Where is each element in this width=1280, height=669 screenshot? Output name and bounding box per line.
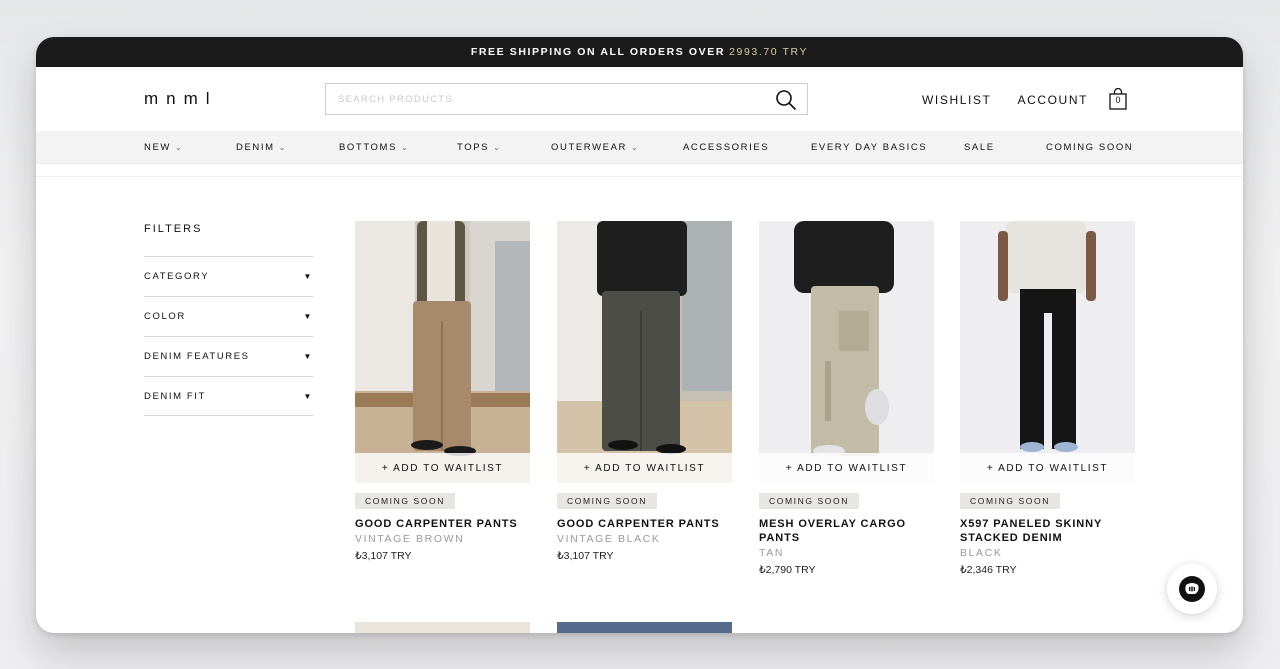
product-color: VINTAGE BLACK xyxy=(557,533,661,545)
search-icon[interactable] xyxy=(775,89,797,111)
nav-item-coming-soon[interactable]: COMING SOON xyxy=(1046,142,1133,153)
product-price: ₺3,107 TRY xyxy=(355,550,412,562)
add-to-waitlist-button[interactable]: + ADD TO WAITLIST xyxy=(557,453,732,483)
chevron-down-icon: ⌄ xyxy=(630,143,640,152)
announcement-amount: 2993.70 TRY xyxy=(729,46,809,58)
product-name[interactable]: GOOD CARPENTER PANTS xyxy=(557,517,732,531)
chat-button[interactable] xyxy=(1167,564,1217,614)
status-badge: COMING SOON xyxy=(960,493,1060,509)
caret-down-icon: ▼ xyxy=(303,352,313,361)
wishlist-link[interactable]: WISHLIST xyxy=(922,93,991,107)
filter-label: DENIM FEATURES xyxy=(144,351,250,362)
cart-count: 0 xyxy=(1115,95,1121,105)
nav-item-outerwear[interactable]: OUTERWEAR ⌄ xyxy=(551,142,639,153)
product-color: TAN xyxy=(759,547,785,559)
product-card[interactable]: + ADD TO WAITLIST COMING SOON GOOD CARPE… xyxy=(557,221,732,562)
product-color: VINTAGE BROWN xyxy=(355,533,465,545)
chevron-down-icon: ⌄ xyxy=(401,143,410,152)
nav-divider xyxy=(36,164,1243,177)
nav-item-label: SALE xyxy=(964,142,995,153)
filter-label: COLOR xyxy=(144,311,186,322)
product-price: ₺2,790 TRY xyxy=(759,564,816,576)
chat-icon xyxy=(1179,576,1205,602)
product-name[interactable]: X597 PANELED SKINNY STACKED DENIM xyxy=(960,517,1135,545)
filter-denim-features[interactable]: DENIM FEATURES ▼ xyxy=(144,336,313,376)
site-logo[interactable]: mnml xyxy=(144,89,218,109)
product-card[interactable]: + ADD TO WAITLIST COMING SOON X597 PANEL… xyxy=(960,221,1135,576)
product-card[interactable]: + ADD TO WAITLIST COMING SOON GOOD CARPE… xyxy=(355,221,530,562)
filter-category[interactable]: CATEGORY ▼ xyxy=(144,256,313,296)
chevron-down-icon: ⌄ xyxy=(278,143,287,152)
product-name[interactable]: MESH OVERLAY CARGO PANTS xyxy=(759,517,934,545)
add-to-waitlist-button[interactable]: + ADD TO WAITLIST xyxy=(355,453,530,483)
caret-down-icon: ▼ xyxy=(303,312,313,321)
filter-color[interactable]: COLOR ▼ xyxy=(144,296,313,336)
announcement-text: FREE SHIPPING ON ALL ORDERS OVER xyxy=(470,46,726,58)
browser-window: FREE SHIPPING ON ALL ORDERS OVER 2993.70… xyxy=(36,37,1243,633)
product-price: ₺2,346 TRY xyxy=(960,564,1017,576)
search-bar[interactable]: SEARCH PRODUCTS xyxy=(325,83,808,115)
nav-item-denim[interactable]: DENIM ⌄ xyxy=(236,142,287,153)
main-nav: NEW ⌄ DENIM ⌄ BOTTOMS ⌄ TOPS ⌄ OUTERWEAR ⌄ AC… xyxy=(36,131,1243,164)
product-image[interactable]: + ADD TO WAITLIST xyxy=(960,221,1135,483)
chevron-down-icon: ⌄ xyxy=(493,143,502,152)
filter-denim-fit[interactable]: DENIM FIT ▼ xyxy=(144,376,313,416)
nav-item-label: ACCESSORIES xyxy=(683,142,770,153)
filters-panel: FILTERS CATEGORY ▼ COLOR ▼ DENIM FEATURE… xyxy=(144,223,313,416)
caret-down-icon: ▼ xyxy=(303,272,313,281)
product-photo xyxy=(759,221,934,483)
product-card[interactable]: + ADD TO WAITLIST COMING SOON MESH OVERL… xyxy=(759,221,934,576)
filters-title: FILTERS xyxy=(144,223,203,235)
status-badge: COMING SOON xyxy=(759,493,859,509)
nav-item-label: NEW xyxy=(144,142,171,153)
product-image-peek[interactable] xyxy=(355,622,530,633)
product-photo xyxy=(960,221,1135,483)
nav-item-label: BOTTOMS xyxy=(339,142,397,153)
chevron-down-icon: ⌄ xyxy=(174,143,184,152)
nav-item-label: EVERY DAY BASICS xyxy=(811,142,928,153)
nav-item-every-day-basics[interactable]: EVERY DAY BASICS xyxy=(811,142,927,153)
account-link[interactable]: ACCOUNT xyxy=(1017,93,1088,107)
nav-item-accessories[interactable]: ACCESSORIES xyxy=(683,142,769,153)
status-badge: COMING SOON xyxy=(557,493,657,509)
add-to-waitlist-button[interactable]: + ADD TO WAITLIST xyxy=(960,453,1135,483)
announcement-bar: FREE SHIPPING ON ALL ORDERS OVER 2993.70… xyxy=(36,37,1243,67)
cart-button[interactable]: 0 xyxy=(1108,87,1128,110)
product-price: ₺3,107 TRY xyxy=(557,550,614,562)
nav-item-bottoms[interactable]: BOTTOMS ⌄ xyxy=(339,142,409,153)
filter-label: DENIM FIT xyxy=(144,390,206,402)
nav-item-label: COMING SOON xyxy=(1046,142,1134,153)
search-input[interactable]: SEARCH PRODUCTS xyxy=(338,94,453,105)
nav-item-label: DENIM xyxy=(236,142,275,153)
product-image-peek[interactable] xyxy=(557,622,732,633)
caret-down-icon: ▼ xyxy=(303,391,313,401)
product-name[interactable]: GOOD CARPENTER PANTS xyxy=(355,517,530,531)
nav-item-sale[interactable]: SALE xyxy=(964,142,995,153)
header-links: WISHLIST ACCOUNT xyxy=(922,93,1088,107)
product-color: BLACK xyxy=(960,547,1003,559)
product-image[interactable]: + ADD TO WAITLIST xyxy=(557,221,732,483)
product-photo xyxy=(355,221,530,483)
nav-item-new[interactable]: NEW ⌄ xyxy=(144,142,183,153)
site-header: mnml SEARCH PRODUCTS WISHLIST ACCOUNT 0 xyxy=(36,67,1243,131)
nav-item-label: TOPS xyxy=(457,142,490,153)
nav-item-label: OUTERWEAR xyxy=(551,142,627,153)
product-image[interactable]: + ADD TO WAITLIST xyxy=(355,221,530,483)
status-badge: COMING SOON xyxy=(355,493,455,509)
filter-label: CATEGORY xyxy=(144,271,210,282)
product-image[interactable]: + ADD TO WAITLIST xyxy=(759,221,934,483)
product-photo xyxy=(557,221,732,483)
nav-item-tops[interactable]: TOPS ⌄ xyxy=(457,142,501,153)
add-to-waitlist-button[interactable]: + ADD TO WAITLIST xyxy=(759,453,934,483)
